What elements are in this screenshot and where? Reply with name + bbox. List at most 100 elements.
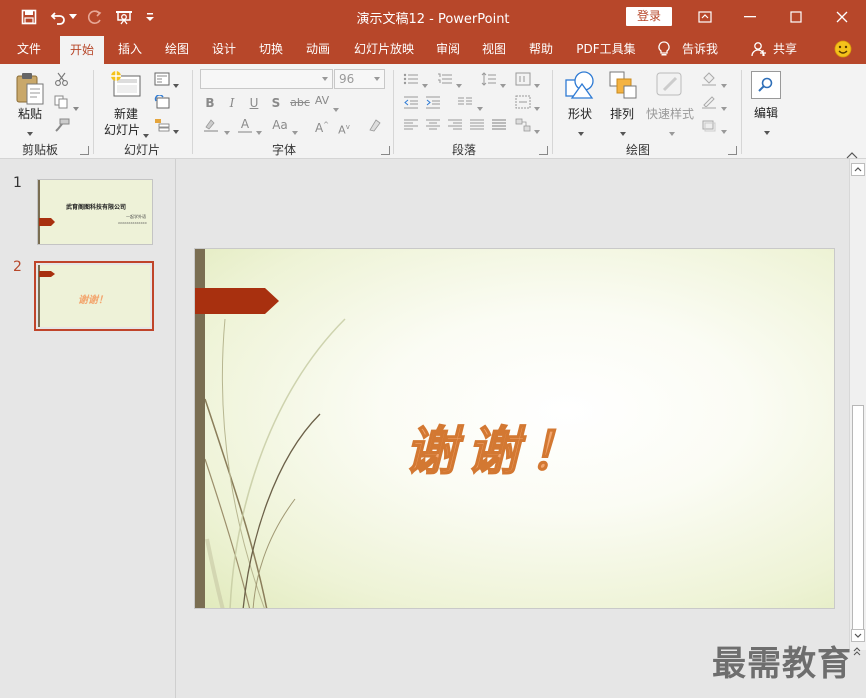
- drawing-launcher-icon[interactable]: [728, 146, 737, 155]
- lightbulb-icon[interactable]: [654, 34, 674, 64]
- clipboard-launcher-icon[interactable]: [80, 146, 89, 155]
- slide-thumbnail-2-selected[interactable]: 谢谢！: [34, 261, 154, 331]
- line-spacing-icon[interactable]: [481, 72, 497, 86]
- increase-indent-icon[interactable]: [425, 95, 441, 109]
- smiley-feedback-icon[interactable]: [832, 34, 854, 64]
- slide-thumbnail-1[interactable]: 武育阁图科技有限公司 一起学外语 XXXXXXXXXXXXXX: [37, 179, 153, 245]
- paste-button[interactable]: 粘贴: [14, 105, 46, 122]
- tab-pdf-tools[interactable]: PDF工具集: [570, 34, 642, 64]
- font-name-combo[interactable]: [200, 69, 333, 89]
- tab-animations[interactable]: 动画: [298, 34, 338, 64]
- tab-transitions[interactable]: 切换: [251, 34, 291, 64]
- minimize-icon[interactable]: [740, 8, 760, 26]
- tab-insert[interactable]: 插入: [110, 34, 150, 64]
- smartart-convert-dropdown-icon[interactable]: [534, 123, 540, 134]
- shape-effects-dropdown-icon[interactable]: [721, 123, 727, 134]
- collapse-ribbon-icon[interactable]: [846, 148, 858, 159]
- change-case-icon[interactable]: Aa: [270, 117, 290, 133]
- align-left-icon[interactable]: [403, 118, 419, 132]
- tab-draw[interactable]: 绘图: [157, 34, 197, 64]
- reset-icon[interactable]: [154, 94, 170, 109]
- line-spacing-dropdown-icon[interactable]: [500, 77, 506, 88]
- tell-me-search[interactable]: 告诉我: [678, 34, 722, 64]
- numbering-dropdown-icon[interactable]: [456, 77, 462, 88]
- arrange-dropdown-icon[interactable]: [620, 125, 626, 136]
- paste-dropdown-icon[interactable]: [27, 125, 33, 136]
- new-slide-icon[interactable]: [108, 70, 142, 100]
- tab-review[interactable]: 审阅: [428, 34, 468, 64]
- decrease-indent-icon[interactable]: [403, 95, 419, 109]
- text-direction-dropdown-icon[interactable]: [534, 77, 540, 88]
- shapes-button[interactable]: 形状: [562, 105, 598, 122]
- shape-effects-icon[interactable]: [701, 118, 717, 132]
- clear-formatting-icon[interactable]: [366, 118, 382, 132]
- align-right-icon[interactable]: [447, 118, 463, 132]
- shapes-dropdown-icon[interactable]: [578, 125, 584, 136]
- vertical-scrollbar[interactable]: [849, 159, 866, 656]
- format-painter-icon[interactable]: [54, 118, 70, 132]
- bullets-dropdown-icon[interactable]: [422, 77, 428, 88]
- editing-dropdown-icon[interactable]: [764, 124, 770, 135]
- layout-icon[interactable]: [154, 72, 170, 86]
- align-text-icon[interactable]: [515, 95, 531, 109]
- shape-outline-icon[interactable]: [701, 95, 717, 109]
- shape-outline-dropdown-icon[interactable]: [721, 100, 727, 111]
- shapes-icon[interactable]: [564, 70, 596, 100]
- numbering-icon[interactable]: [437, 72, 453, 86]
- new-slide-label-line1[interactable]: 新建: [104, 105, 148, 122]
- italic-icon[interactable]: I: [225, 95, 239, 111]
- change-case-dropdown-icon[interactable]: [292, 124, 298, 135]
- section-dropdown-icon[interactable]: [173, 123, 179, 134]
- font-color-icon[interactable]: A: [238, 117, 252, 133]
- shape-fill-dropdown-icon[interactable]: [721, 77, 727, 88]
- font-launcher-icon[interactable]: [381, 146, 390, 155]
- new-slide-dropdown-icon[interactable]: [143, 127, 149, 138]
- tab-design[interactable]: 设计: [204, 34, 244, 64]
- paragraph-launcher-icon[interactable]: [539, 146, 548, 155]
- share-button[interactable]: 共享: [769, 34, 801, 64]
- previous-slide-icon[interactable]: [851, 645, 865, 656]
- columns-icon[interactable]: [457, 95, 473, 109]
- decrease-font-size-icon[interactable]: Av: [335, 119, 353, 139]
- align-text-dropdown-icon[interactable]: [534, 100, 540, 111]
- login-button[interactable]: 登录: [626, 7, 672, 26]
- tab-help[interactable]: 帮助: [521, 34, 561, 64]
- copy-icon[interactable]: [54, 95, 70, 109]
- tab-slideshow[interactable]: 幻灯片放映: [346, 34, 422, 64]
- text-highlight-icon[interactable]: [203, 118, 219, 132]
- columns-dropdown-icon[interactable]: [477, 100, 483, 111]
- font-size-combo[interactable]: 96: [334, 69, 385, 89]
- character-spacing-dropdown-icon[interactable]: [333, 101, 339, 112]
- cut-icon[interactable]: [54, 72, 70, 86]
- copy-dropdown-icon[interactable]: [73, 100, 79, 111]
- tab-home[interactable]: 开始: [60, 36, 104, 64]
- scrollbar-thumb[interactable]: [852, 405, 864, 631]
- text-highlight-dropdown-icon[interactable]: [224, 124, 230, 135]
- section-icon[interactable]: [154, 118, 170, 132]
- editing-button[interactable]: 编辑: [748, 104, 784, 121]
- align-center-icon[interactable]: [425, 118, 441, 132]
- share-user-icon[interactable]: [750, 34, 768, 64]
- increase-font-size-icon[interactable]: A^: [313, 117, 331, 136]
- quick-styles-dropdown-icon[interactable]: [669, 125, 675, 136]
- quick-styles-icon[interactable]: [654, 70, 686, 100]
- shadow-icon[interactable]: S: [269, 95, 283, 111]
- slide-canvas[interactable]: 谢谢！: [194, 248, 835, 609]
- tab-file[interactable]: 文件: [6, 34, 52, 64]
- tab-view[interactable]: 视图: [474, 34, 514, 64]
- smartart-convert-icon[interactable]: [515, 118, 531, 132]
- ribbon-display-options-icon[interactable]: [695, 8, 715, 26]
- shape-fill-icon[interactable]: [701, 72, 717, 86]
- scroll-down-icon[interactable]: [851, 629, 865, 642]
- strikethrough-icon[interactable]: abc: [289, 95, 311, 111]
- scroll-up-icon[interactable]: [851, 163, 865, 176]
- bullets-icon[interactable]: [403, 72, 419, 86]
- quick-styles-button[interactable]: 快速样式: [642, 105, 698, 122]
- find-icon[interactable]: [751, 71, 781, 99]
- layout-dropdown-icon[interactable]: [173, 77, 179, 88]
- justify-icon[interactable]: [469, 118, 485, 132]
- arrange-icon[interactable]: [608, 70, 638, 100]
- close-icon[interactable]: [832, 8, 852, 26]
- slide-thanks-text[interactable]: 谢谢！: [404, 409, 591, 484]
- font-color-dropdown-icon[interactable]: [256, 124, 262, 135]
